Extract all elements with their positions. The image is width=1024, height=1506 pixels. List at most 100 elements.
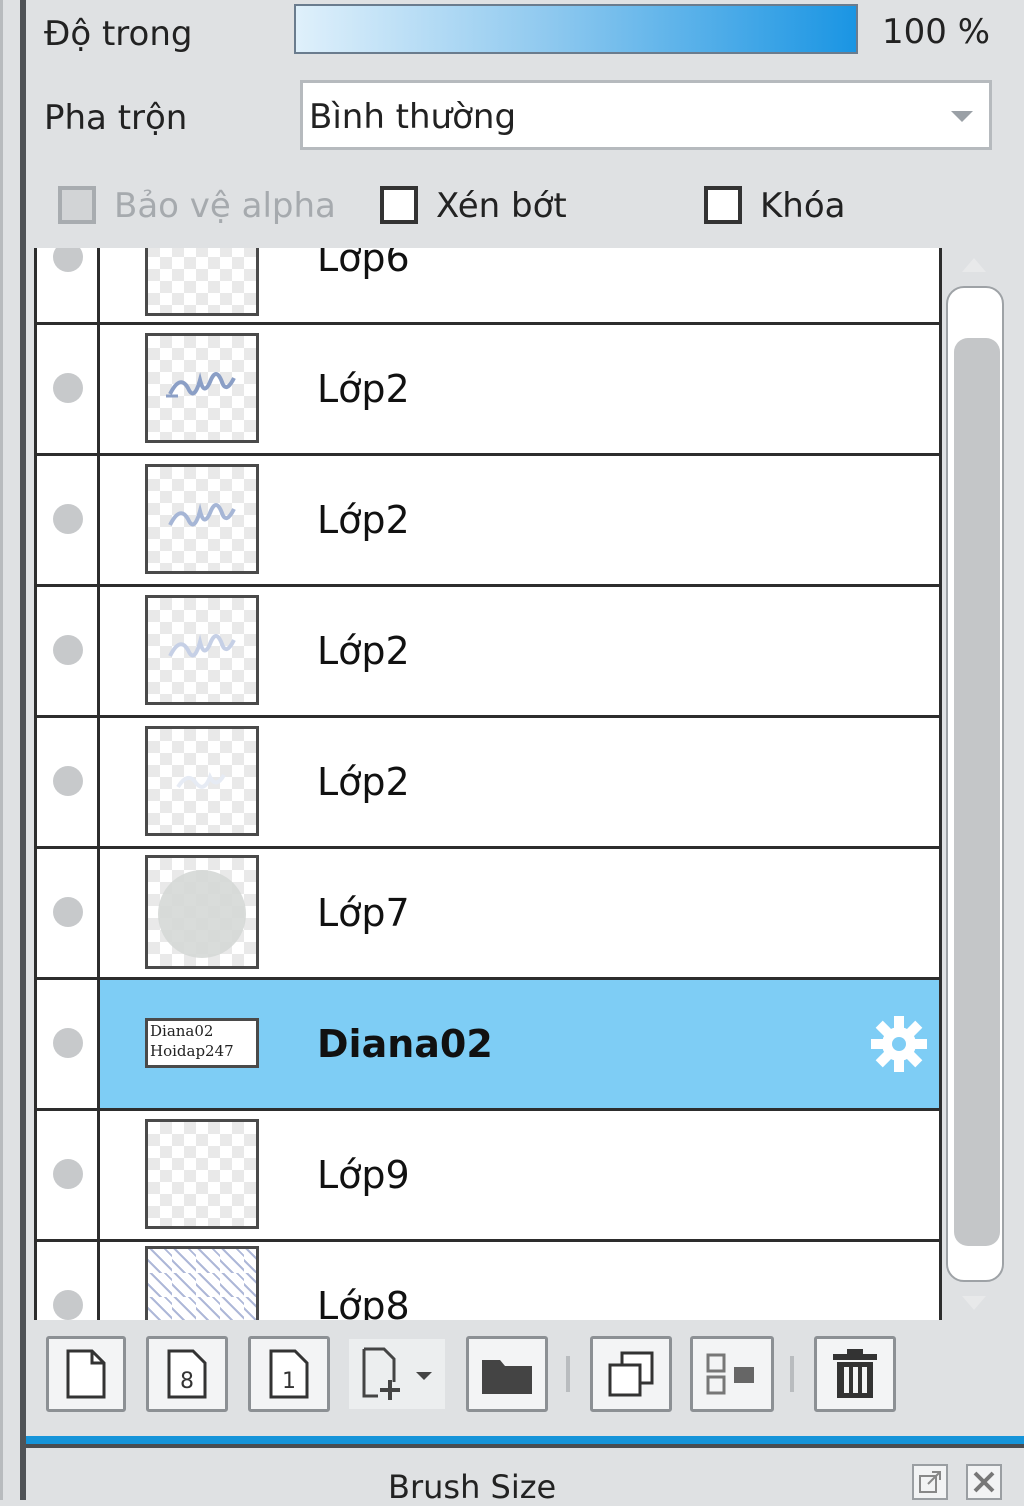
panel-divider <box>26 1444 1024 1448</box>
brush-size-panel-title: Brush Size <box>388 1468 557 1506</box>
clipping-checkbox[interactable] <box>380 186 418 224</box>
layer-thumbnail <box>145 333 259 443</box>
panel-edge-light <box>0 0 3 1500</box>
lock-label: Khóa <box>760 186 846 226</box>
layer-row[interactable]: Lớp8 <box>37 1242 939 1320</box>
merge-down-button[interactable] <box>690 1336 774 1412</box>
layer-list[interactable]: Lớp6 Lớp2 Lớp2 Lớp2 Lớp2 Lớp7 Diana02 Ho… <box>34 248 942 1320</box>
visibility-toggle-icon[interactable] <box>53 635 83 665</box>
visibility-column <box>37 1111 100 1239</box>
visibility-column <box>37 248 100 322</box>
opacity-value: 100 % <box>882 12 991 52</box>
layer-row[interactable]: Lớp2 <box>37 587 939 718</box>
clipping-label: Xén bớt <box>436 186 567 226</box>
layer-name: Lớp6 <box>317 248 410 280</box>
visibility-toggle-icon[interactable] <box>53 504 83 534</box>
script-stroke-icon <box>168 503 236 527</box>
scroll-down-arrow-icon[interactable] <box>962 1296 986 1310</box>
visibility-column <box>37 325 100 453</box>
layer-thumbnail <box>145 855 259 969</box>
popout-icon <box>919 1471 941 1493</box>
lock-checkbox[interactable] <box>704 186 742 224</box>
layer-thumbnail <box>145 595 259 705</box>
layer-name: Lớp2 <box>317 367 410 411</box>
add-layer-menu-button[interactable] <box>346 1336 448 1412</box>
layer-name: Lớp7 <box>317 891 410 935</box>
thumbnail-text-2: Hoidap247 <box>150 1042 234 1060</box>
layer-thumbnail <box>145 1119 259 1229</box>
visibility-toggle-icon[interactable] <box>53 373 83 403</box>
layer-thumbnail: Diana02 Hoidap247 <box>145 1018 259 1068</box>
visibility-column <box>37 718 100 846</box>
duplicate-layer-icon <box>608 1351 654 1397</box>
scroll-up-arrow-icon[interactable] <box>962 258 986 272</box>
new-folder-icon <box>482 1360 532 1394</box>
thumbnail-text-1: Diana02 <box>150 1022 214 1040</box>
gear-icon[interactable] <box>869 1014 929 1074</box>
script-stroke-icon <box>166 372 236 398</box>
opacity-slider[interactable] <box>294 4 858 54</box>
layer-thumbnail <box>145 1246 259 1320</box>
layer-row[interactable]: Lớp9 <box>37 1111 939 1242</box>
toolbar-separator <box>790 1356 794 1392</box>
new-1bit-layer-icon: 1 <box>269 1349 309 1399</box>
new-8bit-layer-button[interactable]: 8 <box>146 1336 228 1412</box>
delete-layer-icon <box>833 1349 877 1398</box>
new-layer-button[interactable] <box>46 1336 126 1412</box>
layer-row-selected[interactable]: Diana02 Hoidap247 Diana02 <box>37 980 939 1111</box>
add-layer-menu-icon <box>362 1347 432 1400</box>
layer-name: Lớp2 <box>317 498 410 542</box>
duplicate-layer-button[interactable] <box>590 1336 672 1412</box>
scrollbar-thumb[interactable] <box>954 338 1000 1246</box>
script-stroke-icon <box>176 772 226 789</box>
panel-accent-bar <box>26 1436 1024 1444</box>
close-panel-button[interactable] <box>966 1464 1002 1500</box>
visibility-toggle-icon[interactable] <box>53 1159 83 1189</box>
visibility-toggle-icon[interactable] <box>53 248 83 272</box>
layer-name: Diana02 <box>317 1022 493 1066</box>
protect-alpha-checkbox[interactable] <box>58 186 96 224</box>
toolbar-separator <box>566 1356 570 1392</box>
layer-row[interactable]: Lớp2 <box>37 718 939 849</box>
visibility-toggle-icon[interactable] <box>53 766 83 796</box>
new-layer-icon <box>66 1349 106 1399</box>
visibility-toggle-icon[interactable] <box>53 1290 83 1320</box>
chevron-down-icon <box>951 111 973 122</box>
layer-name: Lớp8 <box>317 1284 410 1320</box>
script-stroke-icon <box>168 634 236 658</box>
visibility-column <box>37 587 100 715</box>
layer-row[interactable]: Lớp2 <box>37 325 939 456</box>
panel-left-edge <box>0 0 26 1500</box>
protect-alpha-label: Bảo vệ alpha <box>114 186 336 226</box>
visibility-toggle-icon[interactable] <box>53 897 83 927</box>
blend-mode-value: Bình thường <box>309 97 517 137</box>
new-8bit-layer-icon: 8 <box>167 1349 207 1399</box>
visibility-column <box>37 1242 100 1320</box>
panel-splitter[interactable] <box>20 0 26 1500</box>
layer-name: Lớp9 <box>317 1153 410 1197</box>
popout-button[interactable] <box>912 1464 948 1500</box>
layer-thumbnail <box>145 248 259 316</box>
blur-circle-icon <box>158 870 246 958</box>
new-folder-button[interactable] <box>466 1336 548 1412</box>
visibility-toggle-icon[interactable] <box>53 1028 83 1058</box>
layer-thumbnail <box>145 726 259 836</box>
delete-layer-button[interactable] <box>814 1336 896 1412</box>
layer-thumbnail <box>145 464 259 574</box>
blend-mode-select[interactable]: Bình thường <box>300 80 992 150</box>
layer-row[interactable]: Lớp2 <box>37 456 939 587</box>
svg-text:8: 8 <box>180 1369 194 1394</box>
layer-row[interactable]: Lớp6 <box>37 248 939 325</box>
new-1bit-layer-button[interactable]: 1 <box>248 1336 330 1412</box>
merge-down-icon <box>706 1353 754 1395</box>
visibility-column <box>37 456 100 584</box>
layer-name: Lớp2 <box>317 760 410 804</box>
svg-text:1: 1 <box>282 1369 296 1394</box>
blend-mode-label: Pha trộn <box>44 98 188 138</box>
close-icon <box>973 1471 995 1493</box>
visibility-column <box>37 849 100 977</box>
layer-name: Lớp2 <box>317 629 410 673</box>
visibility-column <box>37 980 100 1108</box>
opacity-label: Độ trong <box>44 14 193 54</box>
layer-row[interactable]: Lớp7 <box>37 849 939 980</box>
